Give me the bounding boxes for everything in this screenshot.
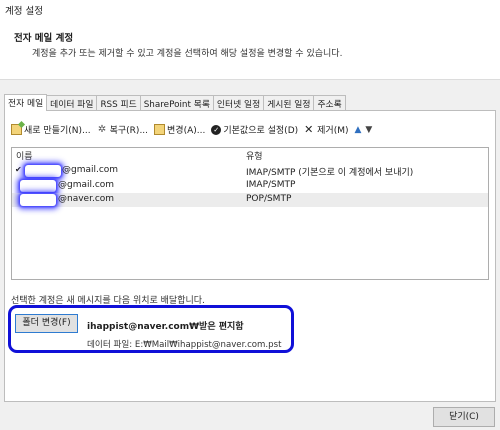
change-account-icon: [154, 124, 166, 135]
account-row[interactable]: @naver.com POP/SMTP: [12, 193, 488, 207]
column-header-type[interactable]: 유형: [246, 149, 263, 162]
wrench-icon: ✲: [97, 124, 107, 135]
header: 전자 메일 계정 계정을 추가 또는 제거할 수 있고 계정을 선택하여 해당 …: [0, 22, 500, 80]
new-account-button[interactable]: 새로 만들기(N)...: [11, 123, 91, 136]
email-tab-panel: 새로 만들기(N)... ✲ 복구(R)... 변경(A)... ✓ 기본값으로…: [4, 110, 496, 402]
header-description: 계정을 추가 또는 제거할 수 있고 계정을 선택하여 해당 설정을 변경할 수…: [32, 49, 343, 59]
account-type: IMAP/SMTP: [246, 180, 296, 190]
remove-x-icon: ✕: [304, 123, 314, 136]
delivery-folder-path: ihappist@naver.com₩받은 편지함: [87, 322, 244, 332]
remove-button[interactable]: ✕ 제거(M): [304, 123, 348, 136]
account-row[interactable]: ✔ @gmail.com IMAP/SMTP (기본으로 이 계정에서 보내기): [12, 164, 488, 178]
redacted-username: [20, 194, 56, 206]
account-row[interactable]: @gmail.com IMAP/SMTP: [12, 179, 488, 193]
redacted-username: [25, 165, 61, 177]
change-label: 변경(A)...: [167, 126, 206, 136]
account-name: @gmail.com: [62, 165, 119, 175]
change-button[interactable]: 변경(A)...: [154, 123, 205, 136]
checkmark-circle-icon: ✓: [211, 124, 222, 135]
account-name: @gmail.com: [58, 180, 115, 190]
tab-address-books[interactable]: 주소록: [314, 95, 346, 111]
window-titlebar: 계정 설정: [0, 0, 500, 22]
column-header-name[interactable]: 이름: [16, 149, 33, 162]
account-type: POP/SMTP: [246, 194, 292, 204]
remove-label: 제거(M): [317, 126, 349, 136]
close-button[interactable]: 닫기(C): [433, 407, 495, 427]
tab-sharepoint-lists[interactable]: SharePoint 목록: [140, 95, 214, 111]
change-folder-button[interactable]: 폴더 변경(F): [15, 314, 78, 333]
set-default-button[interactable]: ✓ 기본값으로 설정(D): [211, 123, 298, 136]
move-down-arrow-icon[interactable]: ▼: [365, 125, 372, 135]
account-type: IMAP/SMTP (기본으로 이 계정에서 보내기): [246, 168, 414, 178]
default-account-check-icon: ✔: [15, 165, 22, 174]
account-toolbar: 새로 만들기(N)... ✲ 복구(R)... 변경(A)... ✓ 기본값으로…: [11, 123, 376, 136]
redacted-username: [20, 180, 56, 192]
account-name: @naver.com: [58, 194, 115, 204]
tab-internet-calendars[interactable]: 인터넷 일정: [213, 95, 265, 111]
list-header: 이름 유형: [12, 149, 488, 162]
move-up-arrow-icon[interactable]: ▲: [355, 125, 362, 135]
window-title: 계정 설정: [5, 6, 43, 17]
new-account-label: 새로 만들기(N)...: [24, 126, 91, 136]
tab-data-files[interactable]: 데이터 파일: [47, 95, 98, 111]
header-title: 전자 메일 계정: [14, 33, 74, 44]
tab-published-calendars[interactable]: 게시된 일정: [264, 95, 315, 111]
data-file-path: 데이터 파일: E:₩Mail₩ihappist@naver.com.pst: [87, 340, 282, 350]
new-account-icon: [11, 124, 22, 135]
tab-rss-feeds[interactable]: RSS 피드: [97, 95, 141, 111]
repair-button[interactable]: ✲ 복구(R)...: [97, 123, 148, 136]
set-default-label: 기본값으로 설정(D): [223, 126, 299, 136]
tab-strip: 전자 메일 데이터 파일 RSS 피드 SharePoint 목록 인터넷 일정…: [4, 94, 346, 111]
account-list[interactable]: 이름 유형 ✔ @gmail.com IMAP/SMTP (기본으로 이 계정에…: [11, 147, 489, 280]
repair-label: 복구(R)...: [109, 126, 149, 136]
tab-email[interactable]: 전자 메일: [4, 94, 48, 111]
